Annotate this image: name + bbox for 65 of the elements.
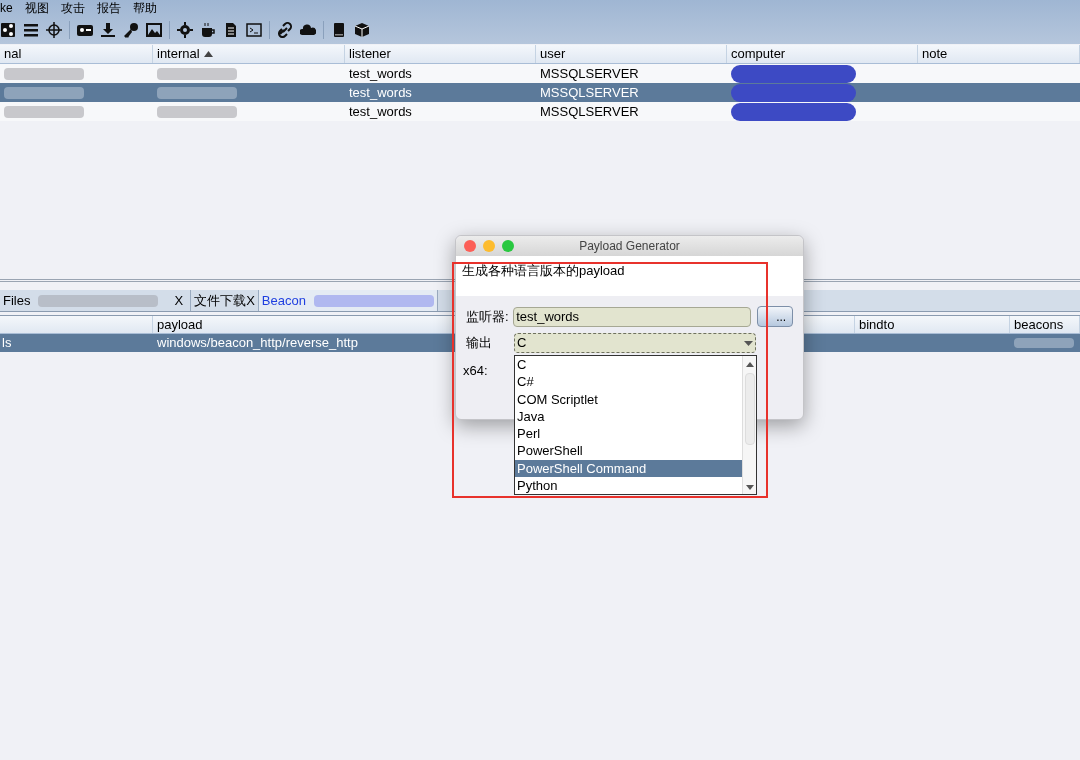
table-cell-text: test_words [349, 83, 412, 102]
menu-item[interactable]: 攻击 [60, 2, 85, 14]
listener-field[interactable]: test_words [513, 306, 752, 327]
field-label: x64: [463, 363, 488, 378]
scroll-up-arrow-icon[interactable] [745, 362, 754, 367]
book-icon[interactable] [331, 22, 347, 38]
dropdown-option[interactable]: PowerShell [515, 442, 742, 460]
table-cell: ls [2, 335, 12, 351]
dropdown-option[interactable]: C# [515, 373, 742, 391]
key-icon[interactable] [123, 22, 139, 38]
cloud-icon[interactable] [300, 22, 316, 38]
scrollbar[interactable] [742, 356, 756, 494]
cube-icon[interactable] [354, 22, 370, 38]
browse-button[interactable]: ... [757, 306, 793, 327]
link-icon[interactable] [277, 22, 293, 38]
tab-label: Beacon [261, 291, 306, 310]
column-header[interactable]: beacons [1010, 316, 1080, 333]
table-cell-text: test_words [349, 102, 412, 121]
list-icon[interactable] [23, 22, 39, 38]
scroll-thumb[interactable] [744, 373, 755, 445]
column-header[interactable]: computer [727, 45, 918, 63]
column-header[interactable]: internal [153, 45, 345, 63]
dropdown-option[interactable]: COM Scriptlet [515, 390, 742, 408]
session-row[interactable]: test_words MSSQLSERVER [0, 102, 1080, 121]
session-row[interactable]: test_words MSSQLSERVER [0, 83, 1080, 102]
column-header[interactable]: user [536, 45, 727, 63]
window-title: Payload Generator [578, 238, 681, 255]
dropdown-option[interactable]: Java [515, 407, 742, 425]
scroll-down-arrow-icon[interactable] [745, 485, 754, 490]
table-cell-text: test_words [349, 64, 412, 83]
tab[interactable]: Beacon [258, 290, 438, 311]
menu-item[interactable]: 报告 [96, 2, 121, 14]
tab[interactable]: Files X [0, 290, 192, 311]
table-cell: windows/beacon_http/reverse_http [157, 335, 358, 351]
field-label: 输出 [466, 334, 493, 353]
caret-icon [744, 340, 753, 346]
close-tab-button[interactable]: X [174, 290, 184, 311]
output-dropdown[interactable]: C [514, 333, 756, 353]
network-icon[interactable] [0, 22, 16, 38]
dropdown-option[interactable]: Perl [515, 425, 742, 443]
dropdown-option[interactable]: PowerShell Command [515, 459, 742, 477]
column-header[interactable]: bindto [855, 316, 1010, 333]
session-row[interactable]: test_words MSSQLSERVER [0, 64, 1080, 83]
menu-item[interactable]: 视图 [24, 2, 49, 14]
terminal-icon[interactable] [246, 22, 262, 38]
tab-label: Files [3, 291, 31, 310]
gear-icon[interactable] [177, 22, 193, 38]
table-cell-text: MSSQLSERVER [540, 64, 639, 83]
download-icon[interactable] [100, 22, 116, 38]
column-header[interactable]: listener [345, 45, 536, 63]
dropdown-option[interactable]: Python [515, 476, 742, 494]
menu-item[interactable]: ke [0, 2, 13, 14]
table-cell-text: MSSQLSERVER [540, 102, 639, 121]
image-icon[interactable] [146, 22, 162, 38]
column-header[interactable]: nal [0, 45, 153, 63]
blurred-address [1014, 338, 1074, 348]
document-icon[interactable] [223, 22, 239, 38]
description-text: 生成各种语言版本的payload [462, 263, 625, 278]
column-header[interactable]: note [918, 45, 1080, 63]
table-cell-text: MSSQLSERVER [540, 83, 639, 102]
id-card-icon[interactable] [77, 22, 93, 38]
coffee-cup-icon[interactable] [200, 22, 216, 38]
dropdown-option[interactable]: C [515, 356, 742, 374]
menu-item[interactable]: 帮助 [132, 2, 157, 14]
crosshair-icon[interactable] [46, 22, 62, 38]
